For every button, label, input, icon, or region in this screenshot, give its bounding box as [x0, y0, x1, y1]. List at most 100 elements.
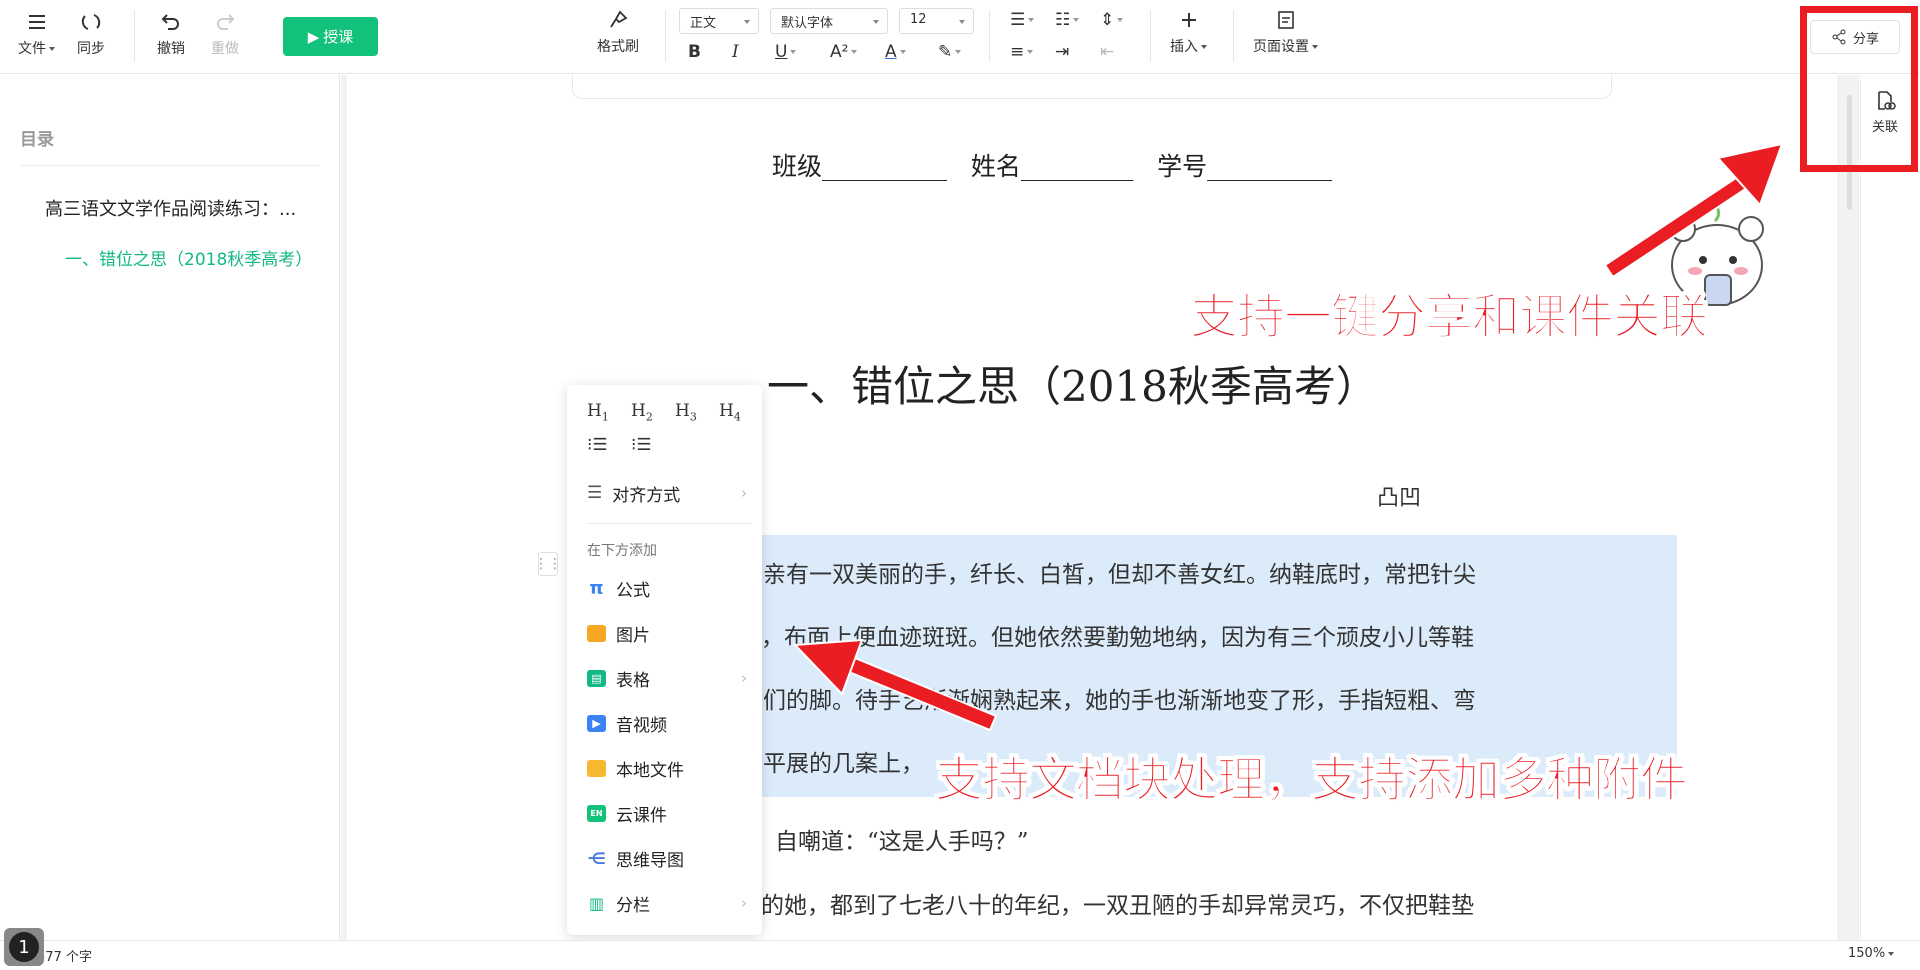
toc-item-document[interactable]: 高三语文文学作品阅读练习：...	[45, 195, 296, 221]
font-family-select[interactable]: 默认字体	[770, 8, 888, 34]
paragraph-line: ，布面上便血迹斑斑。但她依然要勤勉地纳，因为有三个顽皮小儿等鞋	[761, 625, 1474, 651]
undo-icon	[161, 14, 179, 30]
page-setup-button[interactable]: 页面设置	[1253, 10, 1318, 56]
sync-button[interactable]: 同步	[77, 12, 105, 58]
page-setup-label: 页面设置	[1253, 39, 1309, 55]
heading-3-button[interactable]: H3	[675, 401, 697, 423]
menu-item-cloud-courseware[interactable]: EN 云课件	[587, 798, 747, 828]
cloud-courseware-icon: EN	[587, 804, 606, 822]
heading-4-button[interactable]: H4	[719, 401, 741, 423]
align-icon[interactable]: ≡	[1010, 42, 1034, 62]
document-heading[interactable]: 一、错位之思（2018秋季高考）	[767, 353, 1378, 414]
top-toolbar: 文件 同步 撤销 重做 ▶ 授课 格式刷 正文 默认字体 12 B I U A² …	[0, 0, 1920, 74]
undo-button[interactable]: 撤销	[157, 12, 185, 58]
format-painter-button[interactable]: 格式刷	[597, 10, 639, 56]
annotation-block-attachments: 支持文档块处理，支持添加多种附件	[934, 752, 1688, 809]
sync-icon	[81, 14, 101, 30]
heading-1-letter: H	[587, 401, 602, 421]
columns-icon: ▥	[588, 893, 605, 913]
student-info-line: 班级__________ 姓名_________ 学号__________	[772, 152, 1333, 181]
menu-item-formula[interactable]: π 公式	[587, 573, 747, 603]
ordered-list-icon[interactable]: ☰	[1010, 10, 1035, 30]
menu-item-columns[interactable]: ▥ 分栏 ›	[587, 888, 747, 918]
notification-badge[interactable]: 1	[4, 928, 44, 966]
font-size-select[interactable]: 12	[899, 8, 974, 34]
bullet-list-button[interactable]: ⁝☰	[631, 435, 652, 455]
align-menu-item[interactable]: ☰ 对齐方式 ›	[587, 478, 747, 508]
indent-icon[interactable]: ⇥	[1055, 42, 1069, 62]
add-below-label: 在下方添加	[587, 543, 657, 559]
sync-label: 同步	[77, 41, 105, 57]
file-menu-button[interactable]: 文件	[18, 12, 55, 58]
insert-label: 插入	[1170, 39, 1198, 55]
menu-item-media[interactable]: ▶ 音视频	[587, 708, 747, 738]
font-color-icon[interactable]: A	[885, 42, 906, 62]
heading-3-level: 3	[689, 410, 697, 424]
format-painter-icon	[610, 10, 628, 28]
paragraph-line: 亲有一双美丽的手，纤长、白皙，但却不善女红。纳鞋底时，常把针尖	[763, 562, 1476, 588]
chevron-right-icon: ›	[741, 894, 747, 912]
block-drag-handle[interactable]: ⋮⋮	[534, 552, 562, 576]
outdent-icon[interactable]: ⇤	[1100, 42, 1114, 62]
unordered-list-icon[interactable]: ☷	[1055, 10, 1080, 30]
menu-item-mindmap[interactable]: ⋲ 思维导图	[587, 843, 747, 873]
toc-title: 目录	[20, 130, 54, 150]
play-icon: ▶	[307, 27, 320, 46]
paragraph-style-value: 正文	[690, 16, 717, 31]
redo-label: 重做	[211, 41, 239, 57]
superscript-icon[interactable]: A²	[830, 42, 858, 62]
zoom-value: 150%	[1848, 946, 1886, 961]
menu-item-image[interactable]: 图片	[587, 618, 747, 648]
redo-icon	[217, 14, 235, 30]
teach-label: 授课	[323, 28, 354, 46]
page-setup-icon	[1277, 11, 1294, 29]
bold-icon[interactable]: B	[688, 42, 701, 62]
heading-4-level: 4	[733, 410, 741, 424]
document-author: 凸凹	[1377, 486, 1422, 511]
italic-icon[interactable]: I	[732, 42, 739, 62]
right-tool-panel	[1860, 75, 1920, 940]
paragraph-line: 平展的几案上，	[763, 751, 924, 777]
menu-item-local-file[interactable]: 本地文件	[587, 753, 747, 783]
hamburger-icon	[28, 15, 45, 29]
line-spacing-icon[interactable]: ⇕	[1100, 10, 1124, 30]
heading-1-button[interactable]: H1	[587, 401, 609, 423]
heading-2-button[interactable]: H2	[631, 401, 653, 423]
menu-item-table[interactable]: ▤ 表格 ›	[587, 663, 747, 693]
redo-button[interactable]: 重做	[211, 12, 239, 58]
menu-item-label: 本地文件	[616, 760, 684, 781]
highlight-icon[interactable]: ✎	[938, 42, 962, 62]
font-size-value: 12	[910, 12, 927, 27]
status-bar	[0, 940, 1920, 970]
menu-item-label: 图片	[616, 625, 650, 646]
highlight-box-share-link	[1800, 6, 1918, 172]
word-count: 577 个字	[37, 950, 92, 965]
heading-1-level: 1	[601, 410, 609, 424]
pi-icon: π	[589, 577, 604, 599]
block-menu-popup: H1 H2 H3 H4 ⁝☰ ⁝☰ ☰ 对齐方式 › 在下方添加 π 公式 图片…	[567, 385, 762, 935]
paragraph-line: 的她，都到了七老八十的年纪，一双丑陋的手却异常灵巧，不仅把鞋垫	[761, 893, 1474, 919]
heading-3-letter: H	[675, 401, 690, 421]
insert-button[interactable]: 插入	[1170, 10, 1207, 56]
paragraph-style-select[interactable]: 正文	[679, 8, 759, 34]
file-label: 文件	[18, 41, 46, 57]
badge-count: 1	[9, 932, 39, 962]
chevron-right-icon: ›	[741, 484, 747, 502]
teach-button[interactable]: ▶ 授课	[283, 17, 378, 56]
plus-icon	[1181, 13, 1196, 27]
video-icon: ▶	[587, 714, 606, 732]
underline-icon[interactable]: U	[775, 42, 797, 62]
image-icon	[587, 624, 606, 642]
heading-2-letter: H	[631, 401, 646, 421]
ordered-list-button[interactable]: ⁝☰	[587, 435, 608, 455]
format-painter-label: 格式刷	[597, 39, 639, 55]
menu-item-label: 云课件	[616, 805, 667, 826]
toc-item-section-1[interactable]: 一、错位之思（2018秋季高考）	[65, 245, 312, 270]
font-family-value: 默认字体	[781, 16, 834, 31]
zoom-level[interactable]: 150%	[1848, 946, 1895, 961]
heading-2-level: 2	[645, 410, 653, 424]
paragraph-line: ，自嘲道：“这是人手吗？”	[752, 829, 1029, 855]
annotation-share-link: 支持一键分享和课件关联	[1189, 289, 1708, 346]
menu-item-label: 音视频	[616, 715, 667, 736]
toc-sidebar: 目录 高三语文文学作品阅读练习：... 一、错位之思（2018秋季高考）	[0, 75, 340, 940]
